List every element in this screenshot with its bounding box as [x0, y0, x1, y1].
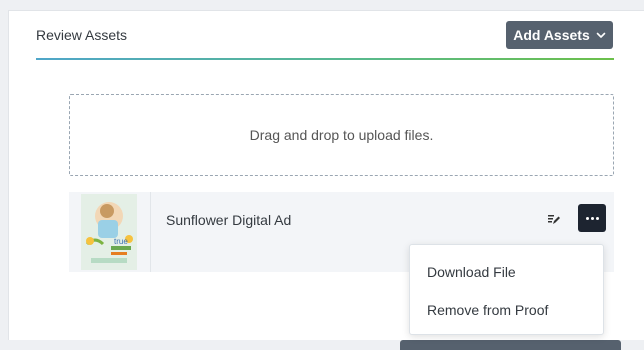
- add-assets-button[interactable]: Add Assets: [506, 21, 613, 49]
- menu-item-remove-from-proof[interactable]: Remove from Proof: [427, 302, 548, 318]
- more-options-button[interactable]: [578, 204, 606, 232]
- chevron-down-icon: [596, 30, 606, 40]
- asset-actions-menu: Download File Remove from Proof: [409, 244, 604, 335]
- asset-thumbnail[interactable]: true: [81, 194, 137, 270]
- thumbnail-brand-text: true: [114, 237, 128, 246]
- page-title: Review Assets: [36, 27, 128, 43]
- add-assets-label: Add Assets: [513, 27, 590, 43]
- dropzone-text: Drag and drop to upload files.: [249, 127, 434, 143]
- asset-name[interactable]: Sunflower Digital Ad: [166, 212, 291, 228]
- upload-dropzone[interactable]: Drag and drop to upload files.: [69, 94, 614, 176]
- header-divider: [36, 58, 614, 60]
- thumbnail-separator: [150, 192, 151, 272]
- menu-item-download-file[interactable]: Download File: [427, 264, 516, 280]
- partial-bottom-button[interactable]: [400, 340, 621, 350]
- more-options-icon: [585, 216, 599, 220]
- edit-icon[interactable]: [547, 212, 561, 226]
